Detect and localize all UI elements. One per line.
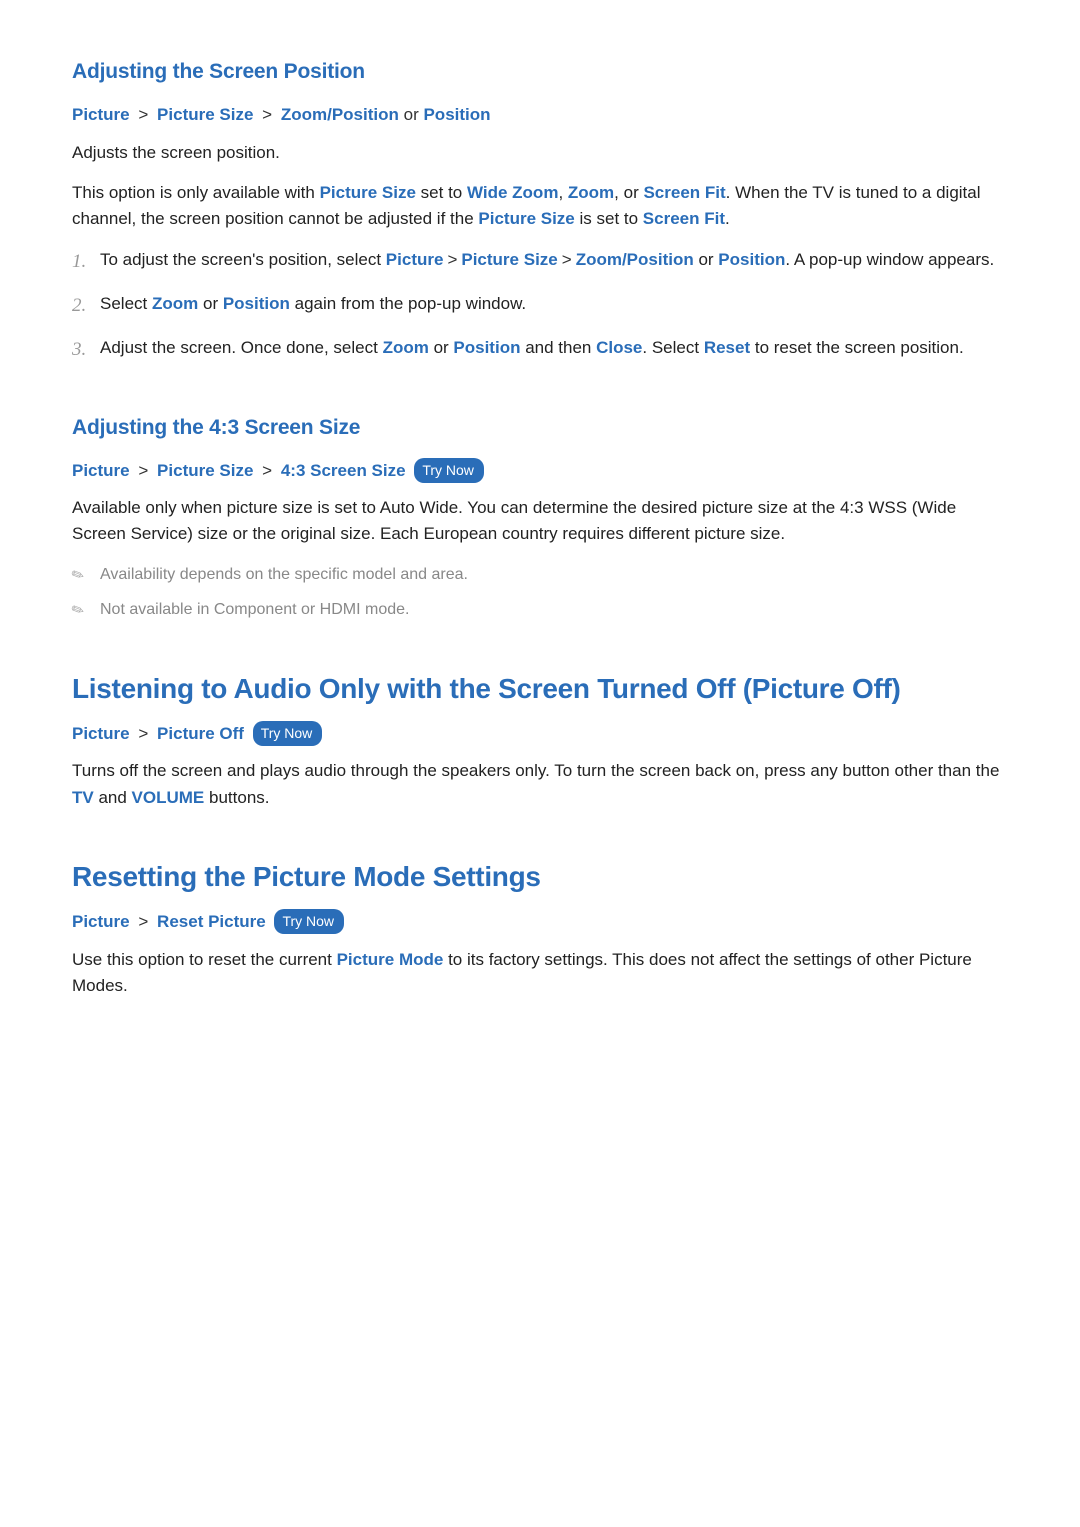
inline-link-position[interactable]: Position (223, 294, 290, 313)
list-item: 1. To adjust the screen's position, sele… (100, 247, 1008, 273)
chevron-right-icon: > (138, 102, 148, 128)
inline-link-picture-size[interactable]: Picture Size (320, 183, 416, 202)
inline-link-picture-mode[interactable]: Picture Mode (337, 950, 444, 969)
ordered-steps: 1. To adjust the screen's position, sele… (72, 247, 1008, 362)
breadcrumb-or: or (404, 105, 424, 124)
breadcrumb-link-picture-off[interactable]: Picture Off (157, 724, 244, 743)
paragraph: Adjusts the screen position. (72, 140, 1008, 166)
inline-link-zoom-position[interactable]: Zoom/Position (576, 250, 694, 269)
inline-link-volume: VOLUME (132, 788, 205, 807)
chevron-right-icon: > (262, 458, 272, 484)
inline-link-reset[interactable]: Reset (704, 338, 750, 357)
paragraph: Available only when picture size is set … (72, 495, 1008, 548)
chevron-right-icon: > (138, 721, 148, 747)
inline-link-position[interactable]: Position (718, 250, 785, 269)
section-listening-audio-only: Listening to Audio Only with the Screen … (72, 673, 1008, 811)
breadcrumb-link-reset-picture[interactable]: Reset Picture (157, 912, 266, 931)
inline-link-zoom[interactable]: Zoom (152, 294, 198, 313)
pencil-icon: ✎ (68, 598, 90, 625)
inline-link-zoom[interactable]: Zoom (383, 338, 429, 357)
step-number: 1. (72, 247, 86, 276)
breadcrumb-link-picture[interactable]: Picture (72, 724, 130, 743)
inline-link-picture-size[interactable]: Picture Size (478, 209, 574, 228)
chevron-right-icon: > (138, 909, 148, 935)
list-item: 2. Select Zoom or Position again from th… (100, 291, 1008, 317)
step-number: 3. (72, 335, 86, 364)
heading-listening-audio-only: Listening to Audio Only with the Screen … (72, 673, 1008, 705)
try-now-button[interactable]: Try Now (253, 721, 323, 746)
breadcrumb: Picture > Reset Picture Try Now (72, 909, 1008, 935)
inline-link-picture[interactable]: Picture (386, 250, 444, 269)
chevron-right-icon: > (562, 247, 572, 273)
breadcrumb-link-picture-size[interactable]: Picture Size (157, 105, 253, 124)
heading-resetting-picture-mode: Resetting the Picture Mode Settings (72, 861, 1008, 893)
manual-page: Adjusting the Screen Position Picture > … (0, 0, 1080, 999)
breadcrumb: Picture > Picture Size > 4:3 Screen Size… (72, 458, 1008, 484)
inline-link-screen-fit[interactable]: Screen Fit (643, 209, 725, 228)
breadcrumb: Picture > Picture Size > Zoom/Position o… (72, 102, 1008, 128)
breadcrumb-link-zoom-position[interactable]: Zoom/Position (281, 105, 399, 124)
breadcrumb-link-picture[interactable]: Picture (72, 105, 130, 124)
heading-adjusting-43-screen-size: Adjusting the 4:3 Screen Size (72, 416, 1008, 440)
inline-link-tv: TV (72, 788, 94, 807)
chevron-right-icon: > (262, 102, 272, 128)
chevron-right-icon: > (447, 247, 457, 273)
section-adjusting-screen-position: Adjusting the Screen Position Picture > … (72, 60, 1008, 362)
try-now-button[interactable]: Try Now (274, 909, 344, 934)
inline-link-wide-zoom[interactable]: Wide Zoom (467, 183, 558, 202)
pencil-icon: ✎ (68, 562, 90, 589)
inline-link-screen-fit[interactable]: Screen Fit (643, 183, 725, 202)
breadcrumb-link-picture[interactable]: Picture (72, 912, 130, 931)
breadcrumb-link-picture-size[interactable]: Picture Size (157, 461, 253, 480)
breadcrumb-link-position[interactable]: Position (423, 105, 490, 124)
inline-link-zoom[interactable]: Zoom (568, 183, 614, 202)
paragraph: Use this option to reset the current Pic… (72, 947, 1008, 1000)
breadcrumb-link-picture[interactable]: Picture (72, 461, 130, 480)
inline-link-position[interactable]: Position (453, 338, 520, 357)
list-item: 3. Adjust the screen. Once done, select … (100, 335, 1008, 361)
breadcrumb: Picture > Picture Off Try Now (72, 721, 1008, 747)
note-item: ✎ Not available in Component or HDMI mod… (100, 597, 1008, 623)
try-now-button[interactable]: Try Now (414, 458, 484, 483)
step-number: 2. (72, 291, 86, 320)
section-adjusting-43-screen-size: Adjusting the 4:3 Screen Size Picture > … (72, 416, 1008, 623)
section-resetting-picture-mode: Resetting the Picture Mode Settings Pict… (72, 861, 1008, 999)
heading-adjusting-screen-position: Adjusting the Screen Position (72, 60, 1008, 84)
note-item: ✎ Availability depends on the specific m… (100, 562, 1008, 588)
inline-link-picture-size[interactable]: Picture Size (461, 250, 557, 269)
breadcrumb-link-43-screen-size[interactable]: 4:3 Screen Size (281, 461, 406, 480)
notes-list: ✎ Availability depends on the specific m… (72, 562, 1008, 623)
inline-link-close[interactable]: Close (596, 338, 642, 357)
chevron-right-icon: > (138, 458, 148, 484)
paragraph: Turns off the screen and plays audio thr… (72, 758, 1008, 811)
paragraph: This option is only available with Pictu… (72, 180, 1008, 233)
